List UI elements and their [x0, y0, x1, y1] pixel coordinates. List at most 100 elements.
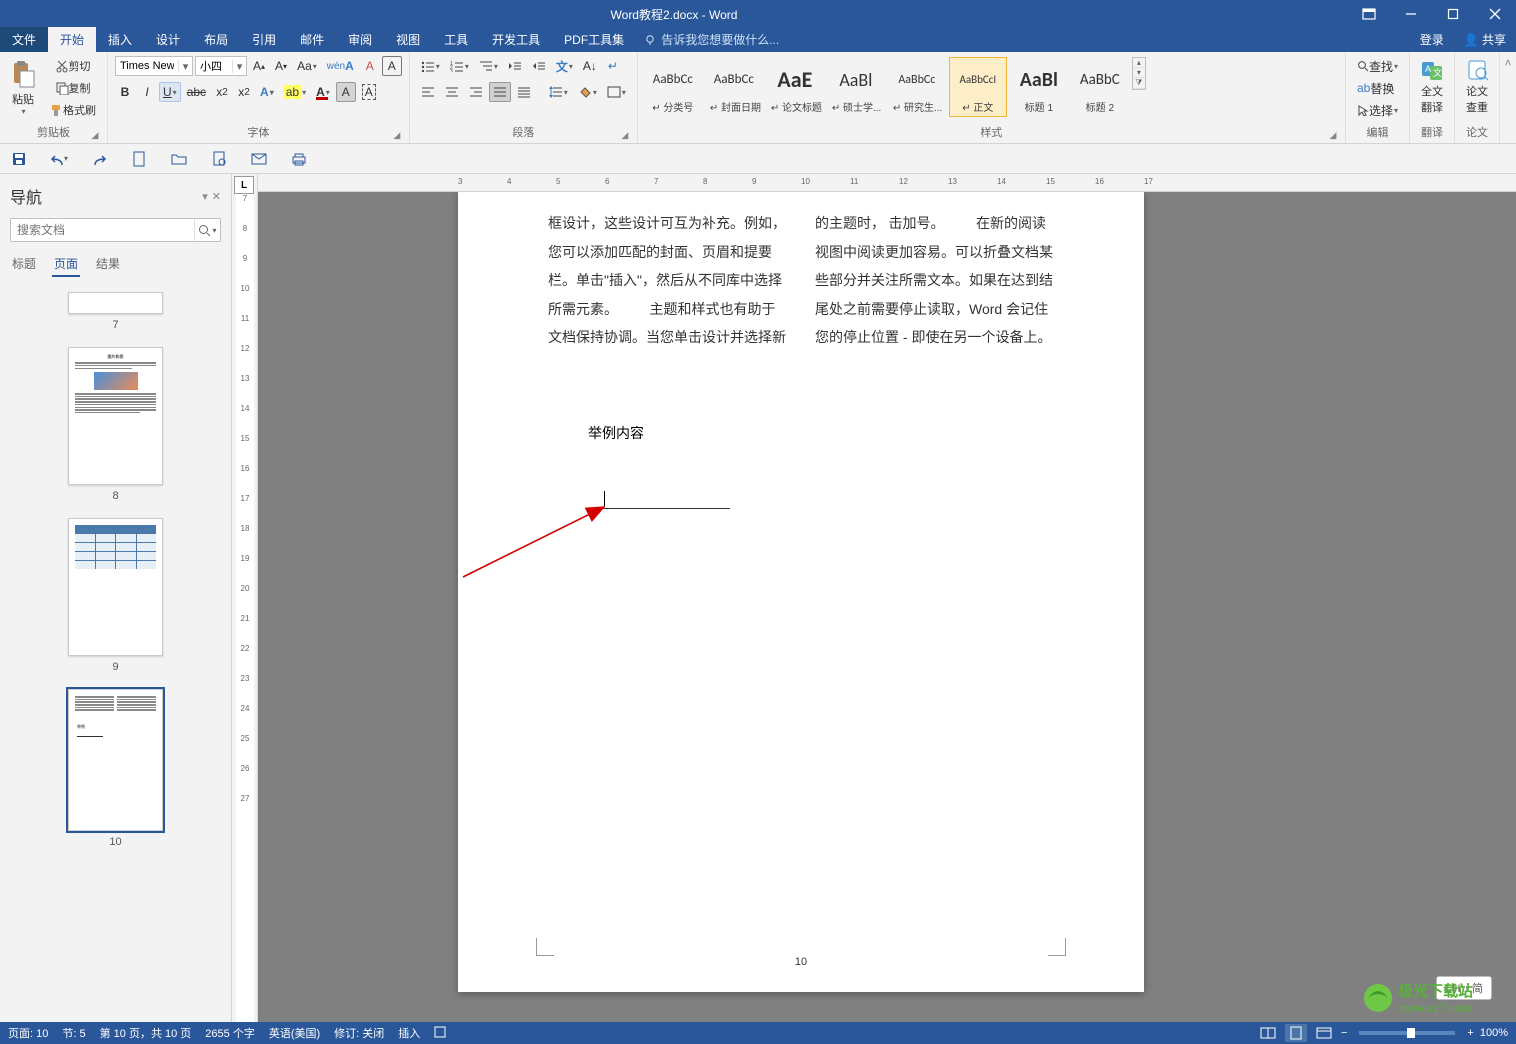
styles-launcher[interactable]: ◢	[1327, 129, 1339, 141]
font-name-combo[interactable]: ▾	[115, 56, 193, 76]
status-page[interactable]: 页面: 10	[8, 1025, 48, 1041]
character-shading-button[interactable]: A	[336, 82, 356, 102]
bullets-button[interactable]: ▾	[417, 56, 444, 76]
zoom-out-button[interactable]: −	[1341, 1027, 1347, 1039]
bold-button[interactable]: B	[115, 82, 135, 102]
style-item-7[interactable]: AaBbC标题 2	[1071, 57, 1129, 117]
replace-button[interactable]: ab替换	[1353, 78, 1398, 98]
align-right-button[interactable]	[465, 82, 487, 102]
login-button[interactable]: 登录	[1410, 27, 1454, 52]
font-color-button[interactable]: A▾	[312, 82, 334, 102]
superscript-button[interactable]: x2	[234, 82, 254, 102]
style-item-1[interactable]: AaBbCc↵ 封面日期	[705, 57, 763, 117]
full-translate-button[interactable]: A文 全文翻译	[1414, 54, 1450, 120]
status-macro[interactable]	[434, 1026, 446, 1041]
nav-tab-pages[interactable]: 页面	[52, 252, 80, 277]
shrink-font-button[interactable]: A▾	[271, 56, 291, 76]
close-button[interactable]	[1474, 0, 1516, 28]
underline-button[interactable]: U▾	[159, 82, 181, 102]
minimize-button[interactable]	[1390, 0, 1432, 28]
zoom-slider[interactable]	[1359, 1031, 1455, 1035]
line-spacing-button[interactable]: ▾	[545, 82, 572, 102]
tab-pdf[interactable]: PDF工具集	[552, 27, 636, 52]
tab-insert[interactable]: 插入	[96, 27, 144, 52]
zoom-in-button[interactable]: +	[1467, 1027, 1473, 1039]
thumb-page-10[interactable]: 举例	[68, 689, 163, 831]
font-size-combo[interactable]: ▾	[195, 56, 247, 76]
italic-button[interactable]: I	[137, 82, 157, 102]
multilevel-list-button[interactable]: ▾	[475, 56, 502, 76]
tell-me-search[interactable]: 告诉我您想要做什么...	[636, 27, 787, 52]
font-launcher[interactable]: ◢	[391, 129, 403, 141]
thumb-page-9[interactable]	[68, 518, 163, 656]
decrease-indent-button[interactable]	[504, 56, 526, 76]
tab-tools[interactable]: 工具	[432, 27, 480, 52]
shading-button[interactable]: ▾	[574, 82, 601, 102]
thumb-page-8[interactable]: 图片和表	[68, 347, 163, 485]
borders-button[interactable]: ▾	[603, 82, 630, 102]
tab-review[interactable]: 审阅	[336, 27, 384, 52]
clear-formatting-button[interactable]: A	[360, 56, 380, 76]
character-border-button[interactable]: A	[358, 82, 380, 102]
thesis-check-button[interactable]: 论文查重	[1459, 54, 1495, 120]
align-center-button[interactable]	[441, 82, 463, 102]
clipboard-launcher[interactable]: ◢	[89, 129, 101, 141]
underline-input-line[interactable]	[588, 493, 730, 509]
find-button[interactable]: 查找▾	[1353, 56, 1402, 76]
status-page-count[interactable]: 第 10 页，共 10 页	[100, 1025, 192, 1041]
subscript-button[interactable]: x2	[212, 82, 232, 102]
ribbon-display-options-button[interactable]	[1348, 0, 1390, 28]
enclose-characters-button[interactable]: A	[382, 56, 402, 76]
copy-button[interactable]: 复制	[45, 78, 100, 98]
nav-search-box[interactable]: ▾	[10, 218, 221, 242]
tab-home[interactable]: 开始	[48, 27, 96, 52]
horizontal-ruler[interactable]: 34567891011121314151617	[258, 174, 1516, 192]
status-insert-mode[interactable]: 插入	[398, 1025, 420, 1041]
thumb-page-7[interactable]	[68, 292, 163, 314]
text-effects-button[interactable]: A▾	[256, 82, 278, 102]
select-button[interactable]: 选择▾	[1353, 100, 1402, 120]
tab-references[interactable]: 引用	[240, 27, 288, 52]
style-item-3[interactable]: AaBl↵ 硕士学...	[827, 57, 885, 117]
status-track-changes[interactable]: 修订: 关闭	[334, 1025, 384, 1041]
undo-button[interactable]: ▾	[50, 150, 68, 168]
style-item-2[interactable]: AaE↵ 论文标题	[766, 57, 824, 117]
styles-more-button[interactable]: ⧩	[1133, 78, 1145, 89]
style-item-0[interactable]: AaBbCc↵ 分类号	[644, 57, 702, 117]
nav-tab-headings[interactable]: 标题	[10, 252, 38, 277]
quick-print-button[interactable]	[290, 150, 308, 168]
style-item-5[interactable]: AaBbCcI↵ 正文	[949, 57, 1007, 117]
zoom-level[interactable]: 100%	[1480, 1027, 1508, 1039]
nav-search-input[interactable]	[11, 219, 194, 241]
sort-button[interactable]: A↓	[579, 56, 601, 76]
nav-tab-results[interactable]: 结果	[94, 252, 122, 277]
numbering-button[interactable]: 123▾	[446, 56, 473, 76]
tab-selector-button[interactable]: L	[234, 176, 254, 194]
tab-mailings[interactable]: 邮件	[288, 27, 336, 52]
tab-layout[interactable]: 布局	[192, 27, 240, 52]
show-hide-button[interactable]: ↵	[603, 56, 623, 76]
vertical-ruler[interactable]: 789101112131415161718192021222324252627	[236, 194, 254, 1022]
nav-close-button[interactable]: ✕	[212, 190, 221, 203]
distributed-button[interactable]	[513, 82, 535, 102]
cut-button[interactable]: 剪切	[45, 56, 100, 76]
redo-button[interactable]	[90, 150, 108, 168]
view-web-layout-button[interactable]	[1313, 1024, 1335, 1042]
styles-prev-button[interactable]: ▴	[1133, 58, 1145, 68]
page-10[interactable]: 框设计，这些设计可互为补充。例如，您可以添加匹配的封面、页眉和提要栏。单击"插入…	[458, 192, 1144, 992]
page-text-content[interactable]: 框设计，这些设计可互为补充。例如，您可以添加匹配的封面、页眉和提要栏。单击"插入…	[458, 192, 1144, 393]
status-word-count[interactable]: 2655 个字	[205, 1025, 255, 1041]
tab-view[interactable]: 视图	[384, 27, 432, 52]
justify-button[interactable]	[489, 82, 511, 102]
increase-indent-button[interactable]	[528, 56, 550, 76]
align-left-button[interactable]	[417, 82, 439, 102]
style-item-4[interactable]: AaBbCc↵ 研究生...	[888, 57, 946, 117]
paste-button[interactable]: 粘贴▾	[4, 54, 42, 120]
phonetic-guide-button[interactable]: wénA	[323, 56, 358, 76]
tab-developer[interactable]: 开发工具	[480, 27, 552, 52]
example-heading[interactable]: 举例内容	[588, 423, 1144, 443]
status-language[interactable]: 英语(美国)	[269, 1025, 320, 1041]
document-scroll-area[interactable]: 框设计，这些设计可互为补充。例如，您可以添加匹配的封面、页眉和提要栏。单击"插入…	[258, 192, 1516, 1022]
styles-next-button[interactable]: ▾	[1133, 68, 1145, 78]
open-button[interactable]	[170, 150, 188, 168]
